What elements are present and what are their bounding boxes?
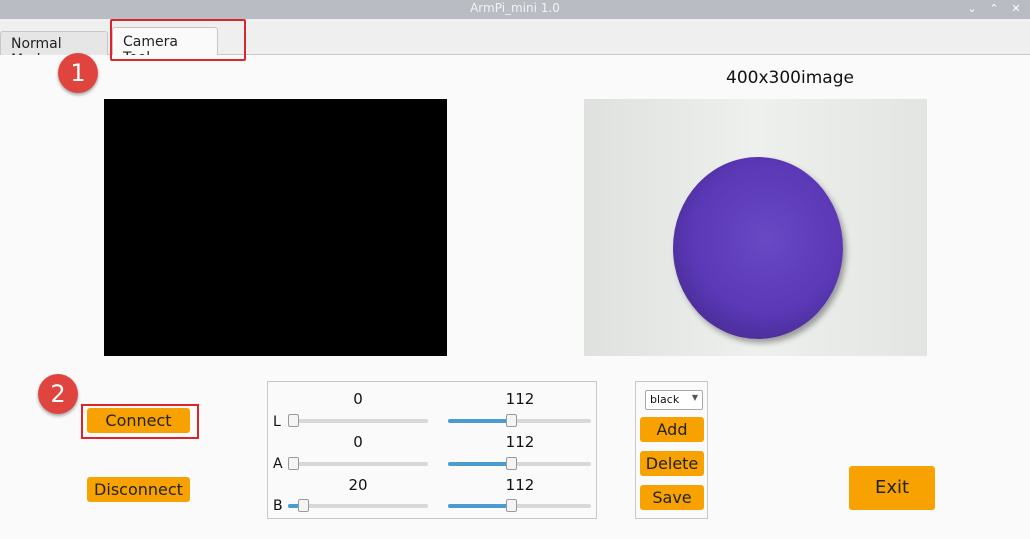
a-max-value: 112 xyxy=(505,433,535,451)
color-select-value: black xyxy=(650,393,680,406)
b-min-slider-handle[interactable] xyxy=(298,499,309,512)
chevron-down-icon[interactable]: ⌄ xyxy=(966,2,978,15)
image-size-label: 400x300image xyxy=(726,68,854,88)
a-label: A xyxy=(273,456,283,472)
tab-camera-tool[interactable]: Camera Tool xyxy=(112,27,218,66)
chevron-up-icon[interactable]: ⌃ xyxy=(988,2,1000,15)
a-min-value: 0 xyxy=(353,433,363,451)
disconnect-button[interactable]: Disconnect xyxy=(87,477,190,502)
a-max-slider-fill xyxy=(448,462,511,466)
l-min-slider[interactable] xyxy=(288,414,428,427)
tab-normal-mode[interactable]: Normal Mode xyxy=(0,31,108,68)
l-label: L xyxy=(273,414,281,430)
b-max-slider-handle[interactable] xyxy=(506,499,517,512)
delete-color-button[interactable]: Delete xyxy=(640,451,704,476)
color-control-group: black ▼ Add Delete Save xyxy=(635,381,708,519)
b-label: B xyxy=(273,498,283,514)
window-title: ArmPi_mini 1.0 xyxy=(470,1,560,15)
l-max-slider[interactable] xyxy=(448,414,591,427)
camera-feed-left xyxy=(104,99,447,356)
a-max-slider-handle[interactable] xyxy=(506,457,517,470)
save-color-button[interactable]: Save xyxy=(640,485,704,510)
tab-bar: Normal Mode Camera Tool xyxy=(0,19,1030,68)
title-bar: ArmPi_mini 1.0 ⌄ ⌃ ✕ xyxy=(0,0,1030,19)
lab-slider-group: 0 112 L 0 112 A 20 112 B xyxy=(267,381,597,519)
b-max-slider[interactable] xyxy=(448,499,591,512)
a-max-slider[interactable] xyxy=(448,457,591,470)
l-min-slider-handle[interactable] xyxy=(288,414,299,427)
l-max-slider-handle[interactable] xyxy=(506,414,517,427)
l-max-value: 112 xyxy=(505,390,535,408)
a-min-slider-handle[interactable] xyxy=(288,457,299,470)
purple-ball-image xyxy=(673,157,843,339)
b-min-value: 20 xyxy=(348,476,368,494)
b-max-value: 112 xyxy=(505,476,535,494)
camera-feed-right xyxy=(584,99,927,356)
step-badge-1: 1 xyxy=(58,53,98,93)
connect-button[interactable]: Connect xyxy=(87,408,190,433)
l-max-slider-fill xyxy=(448,419,511,423)
close-icon[interactable]: ✕ xyxy=(1010,2,1022,15)
b-min-slider[interactable] xyxy=(288,499,428,512)
dropdown-arrow-icon: ▼ xyxy=(691,393,698,402)
exit-button[interactable]: Exit xyxy=(849,466,935,510)
a-min-slider[interactable] xyxy=(288,457,428,470)
l-min-value: 0 xyxy=(353,390,363,408)
step-badge-2: 2 xyxy=(38,374,78,414)
add-color-button[interactable]: Add xyxy=(640,417,704,442)
b-max-slider-fill xyxy=(448,504,511,508)
color-select[interactable]: black ▼ xyxy=(645,390,703,410)
